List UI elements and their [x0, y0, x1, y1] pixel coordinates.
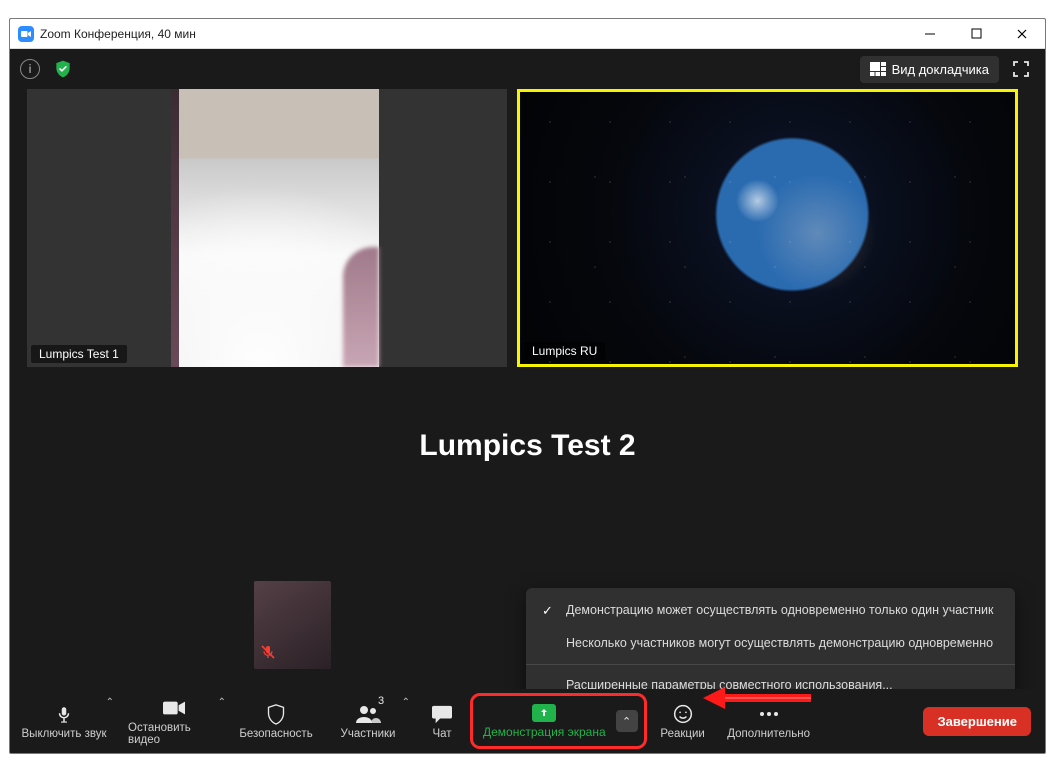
reactions-button[interactable]: Реакции	[647, 689, 719, 753]
encryption-shield-icon[interactable]	[52, 58, 74, 80]
zoom-meeting-window: Zoom Конференция, 40 мин i Вид докладчик…	[9, 18, 1046, 754]
titlebar: Zoom Конференция, 40 мин	[10, 19, 1045, 49]
chat-button[interactable]: Чат	[414, 689, 470, 753]
shield-security-icon	[266, 703, 286, 725]
menu-separator	[526, 664, 1015, 665]
annotation-highlight-frame: Демонстрация экрана ⌃	[470, 693, 647, 749]
window-controls	[907, 19, 1045, 48]
gallery-icon	[870, 62, 886, 76]
participant-tile-2[interactable]: Lumpics RU	[517, 89, 1018, 367]
camera-feed-2	[520, 92, 1015, 364]
video-label: Остановить видео	[128, 722, 220, 746]
video-gallery: Lumpics Test 1 Lumpics RU	[10, 89, 1045, 391]
share-option-single[interactable]: Демонстрацию может осуществлять одноврем…	[526, 594, 1015, 627]
meeting-info-icon[interactable]: i	[20, 59, 40, 79]
fullscreen-button[interactable]	[1007, 55, 1035, 83]
self-view-tile[interactable]	[254, 581, 331, 669]
speaker-view-label: Вид докладчика	[892, 62, 989, 77]
end-meeting-button[interactable]: Завершение	[923, 707, 1031, 736]
mute-label: Выключить звук	[22, 728, 107, 740]
participants-count: 3	[378, 695, 384, 707]
active-participant-name: Lumpics Test 2	[10, 429, 1045, 463]
muted-mic-icon	[260, 644, 276, 665]
participants-button[interactable]: Участники 3 ⌃	[322, 689, 414, 753]
meeting-topbar: i Вид докладчика	[10, 49, 1045, 89]
chat-label: Чат	[432, 728, 451, 740]
participant-name-2: Lumpics RU	[524, 342, 605, 360]
maximize-button[interactable]	[953, 19, 999, 48]
share-screen-group: Демонстрация экрана ⌃	[470, 689, 647, 753]
meeting-toolbar: Выключить звук ⌃ Остановить видео ⌃ Безо…	[10, 689, 1045, 753]
mic-icon	[55, 703, 73, 725]
share-screen-icon	[532, 704, 556, 722]
security-label: Безопасность	[239, 728, 312, 740]
more-button[interactable]: Дополнительно	[719, 689, 819, 753]
chat-icon	[431, 703, 453, 725]
participant-tile-1[interactable]: Lumpics Test 1	[27, 89, 507, 367]
security-button[interactable]: Безопасность	[230, 689, 322, 753]
chevron-up-icon[interactable]: ⌃	[402, 697, 410, 708]
chevron-up-icon[interactable]: ⌃	[218, 697, 226, 708]
participants-label: Участники	[341, 728, 396, 740]
close-button[interactable]	[999, 19, 1045, 48]
speaker-view-button[interactable]: Вид докладчика	[860, 56, 999, 83]
camera-icon	[163, 697, 185, 719]
more-label: Дополнительно	[727, 728, 810, 740]
share-option-multi[interactable]: Несколько участников могут осуществлять …	[526, 627, 1015, 660]
share-screen-label: Демонстрация экрана	[483, 725, 606, 739]
video-button[interactable]: Остановить видео ⌃	[118, 689, 230, 753]
zoom-logo-icon	[18, 26, 34, 42]
smile-icon	[673, 703, 693, 725]
end-meeting-label: Завершение	[937, 714, 1017, 729]
mute-button[interactable]: Выключить звук ⌃	[10, 689, 118, 753]
more-dots-icon	[758, 703, 780, 725]
share-options-chevron[interactable]: ⌃	[616, 710, 638, 732]
reactions-label: Реакции	[660, 728, 704, 740]
window-title: Zoom Конференция, 40 мин	[40, 27, 196, 41]
chevron-up-icon[interactable]: ⌃	[106, 697, 114, 708]
minimize-button[interactable]	[907, 19, 953, 48]
camera-feed-1	[175, 89, 379, 367]
participant-name-1: Lumpics Test 1	[31, 345, 127, 363]
share-screen-button[interactable]: Демонстрация экрана	[477, 704, 612, 739]
